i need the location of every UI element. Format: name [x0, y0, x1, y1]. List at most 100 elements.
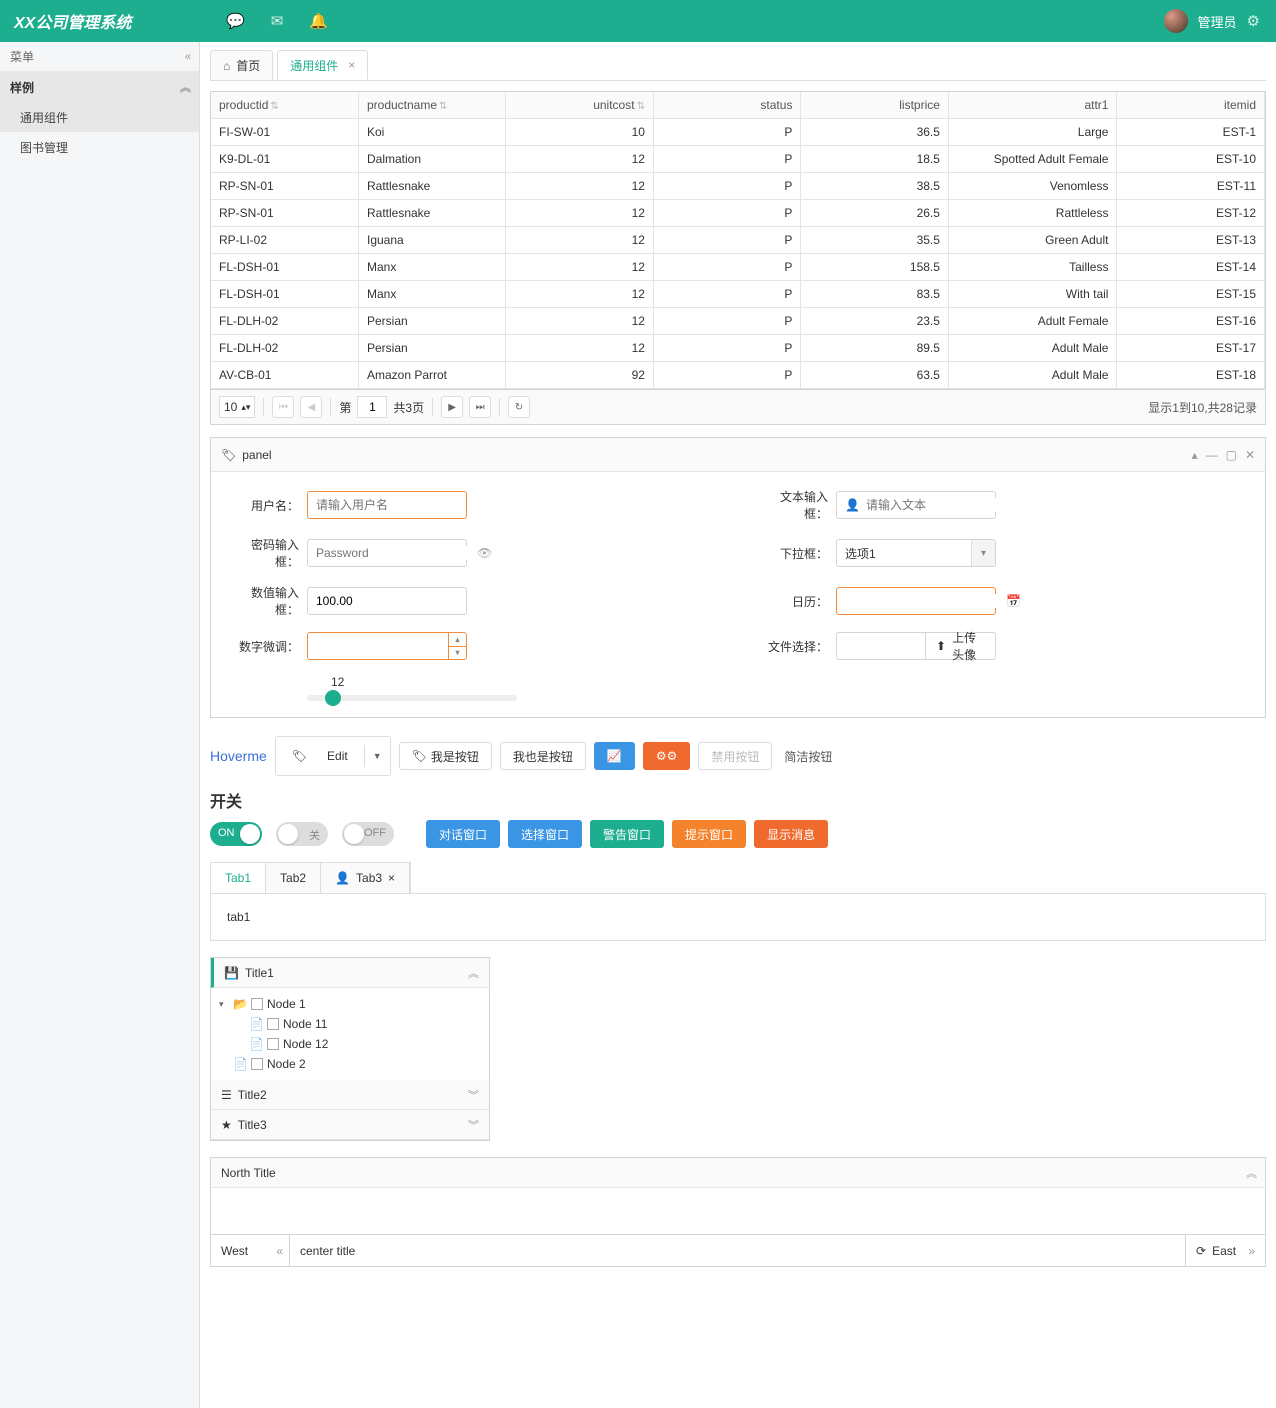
avatar[interactable]: [1164, 9, 1188, 33]
select-dialog-button[interactable]: 选择窗口: [508, 820, 582, 848]
accordion-title2[interactable]: ☰Title2︾: [211, 1080, 489, 1110]
accordion-title3[interactable]: ★Title3︾: [211, 1110, 489, 1140]
chat-icon[interactable]: 💬: [226, 12, 245, 30]
table-row[interactable]: FL-DLH-02Persian12P23.5Adult FemaleEST-1…: [211, 308, 1265, 335]
chevron-down-icon[interactable]: ︾: [468, 1087, 479, 1103]
col-itemid[interactable]: itemid: [1117, 92, 1265, 119]
chart-button[interactable]: 📈: [594, 742, 635, 770]
close-icon[interactable]: ×: [388, 871, 395, 885]
eye-icon[interactable]: 👁: [477, 546, 492, 560]
spin-down-icon[interactable]: ▾: [448, 647, 466, 660]
pager-last[interactable]: ⏭: [469, 396, 491, 418]
password-input[interactable]: [316, 546, 471, 560]
chevron-up-icon[interactable]: ︽: [1246, 1165, 1257, 1181]
button-2[interactable]: 我也是按钮: [500, 742, 586, 770]
tab3[interactable]: 👤Tab3×: [321, 863, 410, 893]
pager-first[interactable]: ⏮: [272, 396, 294, 418]
sidebar-group[interactable]: 样例 ︽: [0, 72, 199, 102]
gear-button[interactable]: ⚙⚙: [643, 742, 691, 770]
msg-button[interactable]: 显示消息: [754, 820, 828, 848]
checkbox[interactable]: [251, 998, 263, 1010]
calendar-icon[interactable]: 📅: [1006, 594, 1021, 608]
sidebar-item-books[interactable]: 图书管理: [0, 132, 199, 162]
spin-up-icon[interactable]: ▴: [448, 633, 466, 647]
collapse-icon[interactable]: ▴: [1192, 448, 1198, 462]
chevron-up-icon[interactable]: ︽: [468, 965, 479, 981]
chevron-down-icon[interactable]: ︾: [468, 1117, 479, 1133]
checkbox[interactable]: [267, 1018, 279, 1030]
sidebar-item-components[interactable]: 通用组件: [0, 102, 199, 132]
warn-button[interactable]: 警告窗口: [590, 820, 664, 848]
table-row[interactable]: RP-LI-02Iguana12P35.5Green AdultEST-13: [211, 227, 1265, 254]
checkbox[interactable]: [267, 1038, 279, 1050]
select-input[interactable]: 选项1▾: [836, 539, 996, 567]
table-row[interactable]: RP-SN-01Rattlesnake12P38.5VenomlessEST-1…: [211, 173, 1265, 200]
table-row[interactable]: FL-DSH-01Manx12P83.5With tailEST-15: [211, 281, 1265, 308]
slider[interactable]: [307, 695, 517, 701]
expand-icon[interactable]: »: [1248, 1244, 1255, 1258]
col-status[interactable]: status: [653, 92, 800, 119]
file-icon: 📄: [249, 1017, 263, 1031]
table-row[interactable]: K9-DL-01Dalmation12P18.5Spotted Adult Fe…: [211, 146, 1265, 173]
checkbox[interactable]: [251, 1058, 263, 1070]
text-input[interactable]: [866, 498, 1021, 512]
calendar-input[interactable]: [845, 594, 1000, 608]
table-row[interactable]: AV-CB-01Amazon Parrot92P63.5Adult MaleES…: [211, 362, 1265, 389]
switch-off-en[interactable]: OFF: [342, 822, 394, 846]
user-name[interactable]: 管理员: [1198, 12, 1237, 31]
tip-button[interactable]: 提示窗口: [672, 820, 746, 848]
collapse-icon[interactable]: «: [276, 1244, 283, 1258]
tree-node[interactable]: 📄Node 11: [219, 1014, 481, 1034]
dialog-button[interactable]: 对话窗口: [426, 820, 500, 848]
accordion-title1[interactable]: 💾Title1︽: [211, 958, 489, 988]
tree-node[interactable]: 📄Node 12: [219, 1034, 481, 1054]
edit-splitbutton[interactable]: 🏷Edit ▼: [275, 736, 391, 776]
cell: P: [653, 335, 800, 362]
pager-refresh[interactable]: ↻: [508, 396, 530, 418]
tree-node[interactable]: 📄Node 2: [219, 1054, 481, 1074]
tab2[interactable]: Tab2: [266, 863, 321, 893]
col-attr1[interactable]: attr1: [948, 92, 1117, 119]
plain-button[interactable]: 简洁按钮: [780, 742, 836, 770]
col-productname[interactable]: productname⇅: [358, 92, 505, 119]
close-icon[interactable]: ×: [348, 58, 355, 72]
table-row[interactable]: FL-DLH-02Persian12P89.5Adult MaleEST-17: [211, 335, 1265, 362]
layout-east[interactable]: ⟳East»: [1186, 1235, 1266, 1267]
col-unitcost[interactable]: unitcost⇅: [506, 92, 653, 119]
col-listprice[interactable]: listprice: [801, 92, 948, 119]
minimize-icon[interactable]: —: [1206, 448, 1218, 462]
settings-icon[interactable]: ⚙: [1247, 12, 1260, 30]
table-row[interactable]: RP-SN-01Rattlesnake12P26.5RattlelessEST-…: [211, 200, 1265, 227]
page-input[interactable]: [357, 396, 387, 418]
number-input[interactable]: [307, 587, 467, 615]
caret-down-icon[interactable]: ▼: [364, 745, 390, 767]
hover-link[interactable]: Hoverme: [210, 748, 267, 764]
tree-node[interactable]: ▾📂Node 1: [219, 994, 481, 1014]
file-input[interactable]: [836, 632, 926, 660]
tab1[interactable]: Tab1: [211, 863, 266, 893]
close-icon[interactable]: ✕: [1245, 448, 1255, 462]
col-productid[interactable]: productid⇅: [211, 92, 358, 119]
bell-icon[interactable]: 🔔: [309, 12, 328, 30]
layout-north[interactable]: North Title︽: [211, 1158, 1265, 1188]
slider-knob[interactable]: [325, 690, 341, 706]
page-size-select[interactable]: 10▴▾: [219, 396, 255, 418]
upload-button[interactable]: ⬆上传头像: [926, 632, 996, 660]
spinner-input[interactable]: ▴▾: [307, 632, 467, 660]
refresh-icon[interactable]: ⟳: [1196, 1244, 1206, 1258]
mail-icon[interactable]: ✉: [271, 12, 284, 30]
switch-on[interactable]: ON: [210, 822, 262, 846]
pager-next[interactable]: ▶: [441, 396, 463, 418]
pager-prev[interactable]: ◀: [300, 396, 322, 418]
table-row[interactable]: FI-SW-01Koi10P36.5LargeEST-1: [211, 119, 1265, 146]
tab-components[interactable]: 通用组件 ×: [277, 50, 368, 80]
layout-west[interactable]: West«: [210, 1235, 290, 1267]
switch-off-cn[interactable]: 关: [276, 822, 328, 846]
table-row[interactable]: FL-DSH-01Manx12P158.5TaillessEST-14: [211, 254, 1265, 281]
chevron-up-icon[interactable]: ︽: [180, 79, 191, 95]
maximize-icon[interactable]: ▢: [1226, 448, 1237, 462]
button-1[interactable]: 🏷我是按钮: [399, 742, 492, 770]
collapse-icon[interactable]: «: [185, 51, 191, 63]
username-input[interactable]: [307, 491, 467, 519]
tab-home[interactable]: ⌂ 首页: [210, 50, 273, 80]
